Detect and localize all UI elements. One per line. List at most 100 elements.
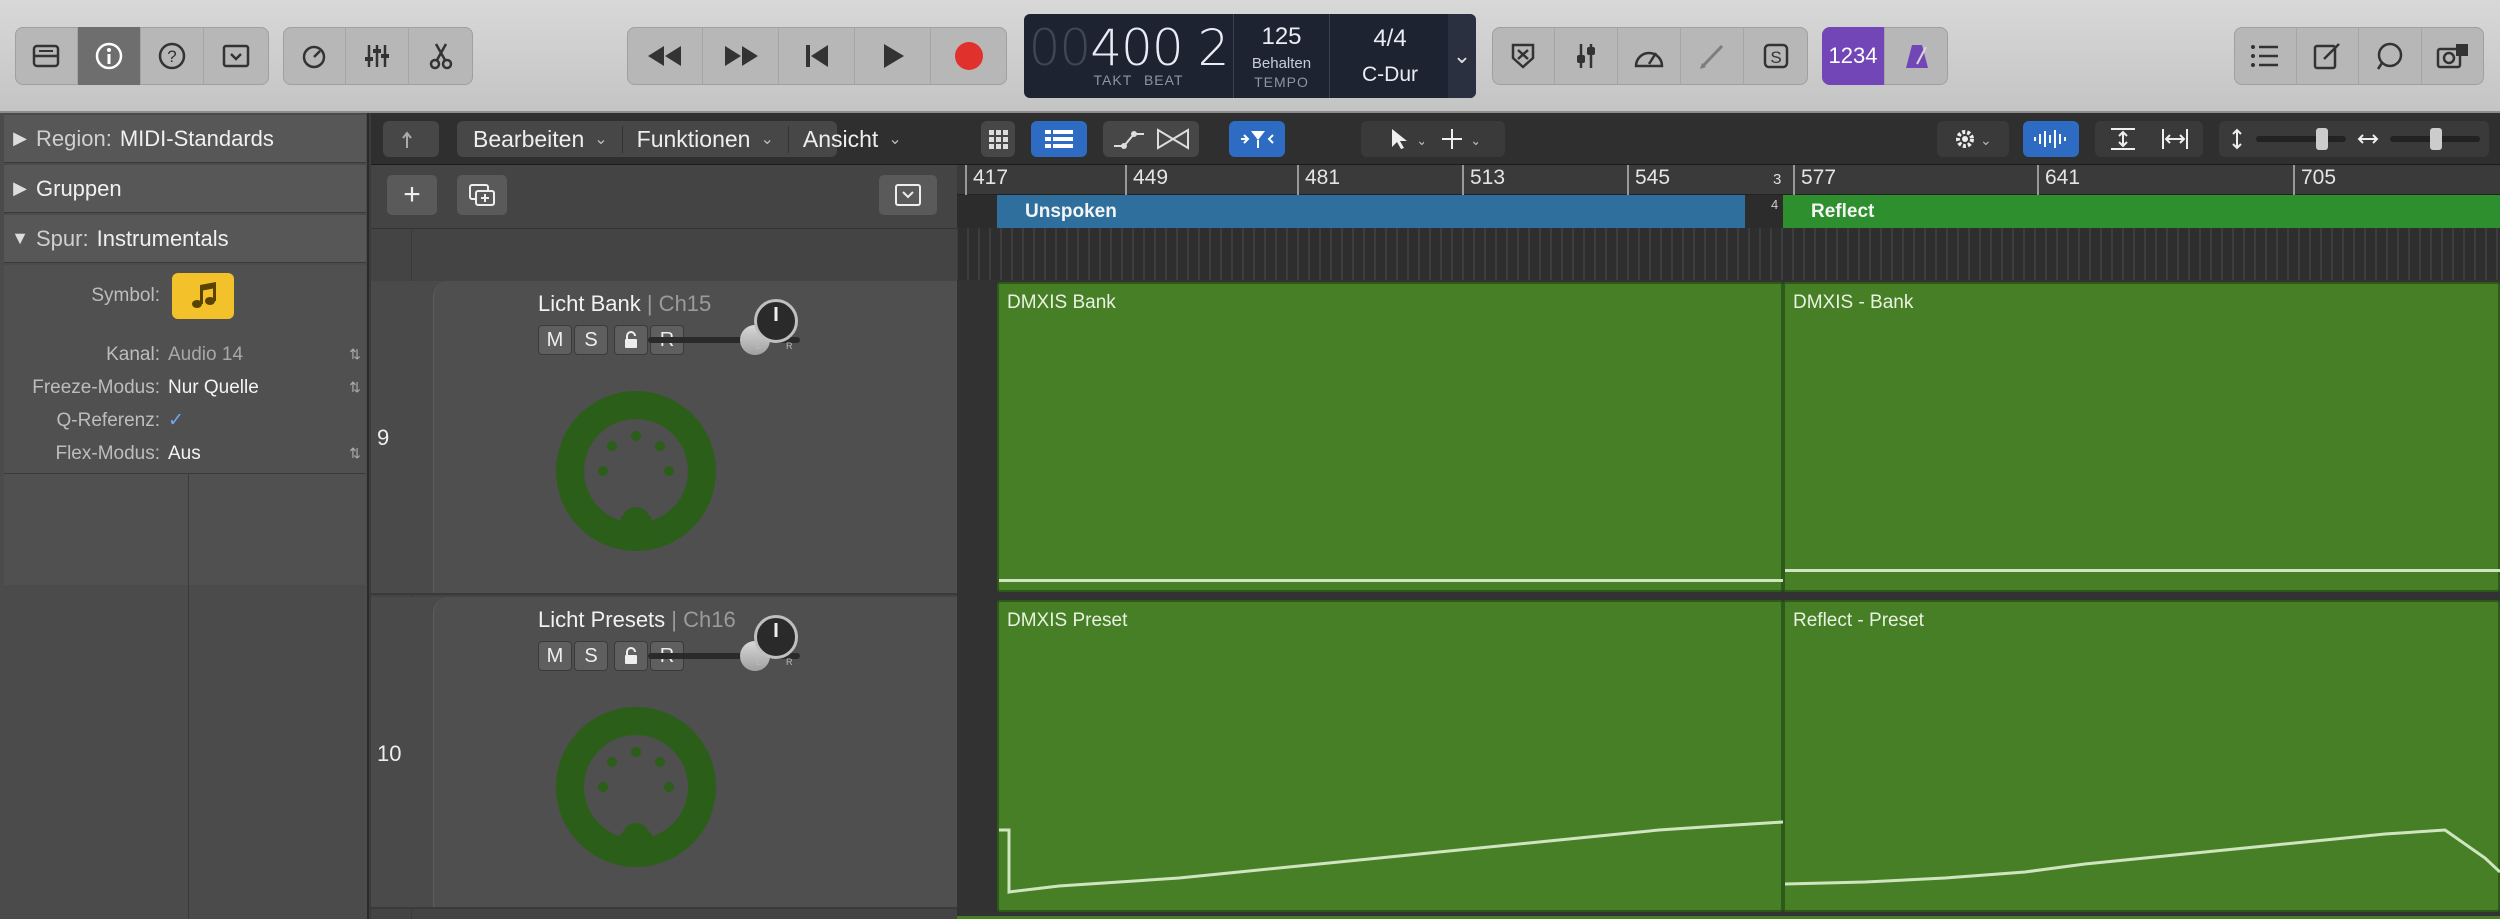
scissors-icon[interactable]	[409, 27, 472, 85]
pointer-tool-icon[interactable]: ⌄	[1388, 127, 1424, 151]
settings-gear-icon[interactable]: ⌄	[1937, 121, 2009, 157]
flex-mode-row[interactable]: Flex-Modus: Aus ⇅	[0, 437, 366, 470]
marker-track: Unspoken 4 Reflect	[957, 195, 2500, 228]
fit-horizontal-icon[interactable]	[2161, 127, 2189, 151]
zoom-sliders	[2219, 121, 2489, 157]
q-reference-checkbox[interactable]: ✓	[168, 409, 366, 432]
lcd-takt: 400	[1090, 19, 1183, 77]
grid-view-icon[interactable]	[981, 121, 1015, 157]
lcd-tempo-mode: Behalten	[1251, 54, 1312, 72]
loop-browser-icon[interactable]	[2359, 27, 2422, 85]
fit-vertical-icon[interactable]	[2109, 127, 2137, 151]
q-reference-row[interactable]: Q-Referenz: ✓	[0, 404, 366, 437]
tool-menus: ⌄ ⌄	[1361, 121, 1505, 157]
automation-icon[interactable]	[1112, 128, 1146, 150]
fast-forward-icon[interactable]	[703, 27, 779, 85]
bar-ruler[interactable]: 417 449 481 513 545 3 577 641 705	[957, 165, 2500, 195]
tracks-area[interactable]: DMXIS Bank DMXIS - Bank DMXIS Preset Ref…	[957, 228, 2500, 919]
mixer-icon[interactable]	[346, 27, 409, 85]
music-note-icon[interactable]	[172, 272, 234, 319]
pan-knob[interactable]	[754, 615, 798, 659]
marker-unspoken[interactable]: Unspoken	[997, 195, 1745, 228]
edit-buttons	[283, 27, 473, 85]
freeze-mode-label: Freeze-Modus:	[32, 376, 160, 398]
solo-button[interactable]: S	[574, 325, 608, 355]
catch-icon[interactable]	[1229, 121, 1285, 157]
region-name: DMXIS - Bank	[1793, 292, 1914, 313]
metronome-icon[interactable]	[1885, 27, 1948, 85]
solo-icon[interactable]: S	[1744, 27, 1807, 85]
mute-button[interactable]: M	[538, 325, 572, 355]
notepad-icon[interactable]	[2297, 27, 2359, 85]
horizontal-zoom-icon	[2356, 130, 2380, 148]
lock-icon[interactable]	[614, 325, 648, 355]
midi-port-icon	[556, 707, 716, 867]
back-icon[interactable]	[383, 121, 439, 157]
marker-reflect[interactable]: Reflect	[1783, 195, 2500, 228]
marker-number: 4	[1771, 197, 1779, 212]
midi-region[interactable]: DMXIS Bank	[997, 282, 1783, 592]
pan-knob[interactable]	[754, 299, 798, 343]
svg-text:S: S	[1770, 48, 1781, 67]
midi-region[interactable]: DMXIS Preset	[997, 600, 1783, 912]
add-track-icon[interactable]: +	[387, 175, 437, 215]
ruler-marker-number: 3	[1773, 171, 1782, 188]
region-midi-data	[1785, 569, 2500, 572]
inspector-region-header[interactable]: ▶ Region: MIDI-Standards	[4, 115, 366, 163]
lcd-takt-padding: 00	[1028, 19, 1092, 77]
smart-controls-icon[interactable]	[283, 27, 346, 85]
info-icon[interactable]	[78, 27, 141, 85]
disclosure-open-icon: ▼	[11, 228, 29, 248]
library-icon[interactable]	[15, 27, 78, 85]
freeze-mode-row[interactable]: Freeze-Modus: Nur Quelle ⇅	[0, 371, 366, 404]
region-label: Region:	[36, 125, 112, 151]
vertical-zoom-slider[interactable]	[2256, 128, 2346, 150]
toolbox-icon[interactable]	[204, 27, 267, 85]
grid-lines	[957, 228, 2500, 280]
midi-region[interactable]: Reflect - Preset	[1783, 600, 2500, 912]
svg-text:⌄: ⌄	[1470, 132, 1478, 148]
solo-button[interactable]: S	[574, 641, 608, 671]
q-reference-label: Q-Referenz:	[56, 409, 160, 431]
replace-icon[interactable]	[1492, 27, 1555, 85]
global-tracks-icon[interactable]	[457, 175, 507, 215]
inspector-groups-header[interactable]: ▶ Gruppen	[4, 165, 366, 213]
lock-icon[interactable]	[614, 641, 648, 671]
menu-bearbeiten[interactable]: Bearbeiten ⌄	[457, 125, 623, 153]
go-to-start-icon[interactable]	[779, 27, 855, 85]
ruler-tick: 417	[965, 165, 1008, 195]
lcd-display[interactable]: 00400 2 TAKT BEAT 125 Behalten TEMPO 4/4 …	[1024, 14, 1476, 98]
rewind-icon[interactable]	[627, 27, 703, 85]
lcd-mode-chevron-icon[interactable]: ⌄	[1448, 14, 1476, 98]
ruler-tick: 545	[1627, 165, 1670, 195]
transport-controls	[627, 27, 1007, 85]
record-icon[interactable]	[931, 27, 1007, 85]
help-icon[interactable]: ?	[141, 27, 204, 85]
horizontal-zoom-slider[interactable]	[2390, 128, 2480, 150]
media-browser-icon[interactable]	[2422, 27, 2485, 85]
menu-ansicht[interactable]: Ansicht ⌄	[789, 126, 916, 153]
lcd-beat: 2	[1197, 19, 1230, 77]
count-in-metronome: 1234	[1822, 27, 1948, 85]
stepper-icon: ⇅	[349, 379, 361, 395]
midi-region[interactable]: DMXIS - Bank	[1783, 282, 2500, 592]
count-in-button[interactable]: 1234	[1822, 27, 1885, 85]
track-row[interactable]: 10 Licht Presets | Ch16 M S R L R	[371, 597, 957, 909]
tracks-view-icon[interactable]	[1031, 121, 1087, 157]
play-icon[interactable]	[855, 27, 931, 85]
tuner-icon[interactable]	[1555, 27, 1618, 85]
inspector-track-header[interactable]: ▼ Spur: Instrumentals	[4, 215, 366, 263]
waveform-zoom-icon[interactable]	[2023, 121, 2079, 157]
flex-icon[interactable]	[1156, 128, 1190, 150]
collapse-icon[interactable]	[879, 175, 937, 215]
channel-row[interactable]: Kanal: Audio 14 ⇅	[0, 338, 366, 371]
speedometer-icon[interactable]	[1618, 27, 1681, 85]
function-buttons: S	[1492, 27, 1808, 85]
menu-funktionen[interactable]: Funktionen ⌄	[623, 125, 789, 153]
track-row[interactable]: 9 Licht Bank | Ch15 M S R L R	[371, 281, 957, 595]
pencil-icon[interactable]	[1681, 27, 1744, 85]
list-editors-icon[interactable]	[2234, 27, 2297, 85]
mute-button[interactable]: M	[538, 641, 572, 671]
ruler-tick: 481	[1297, 165, 1340, 195]
crosshair-tool-icon[interactable]: ⌄	[1442, 127, 1478, 151]
